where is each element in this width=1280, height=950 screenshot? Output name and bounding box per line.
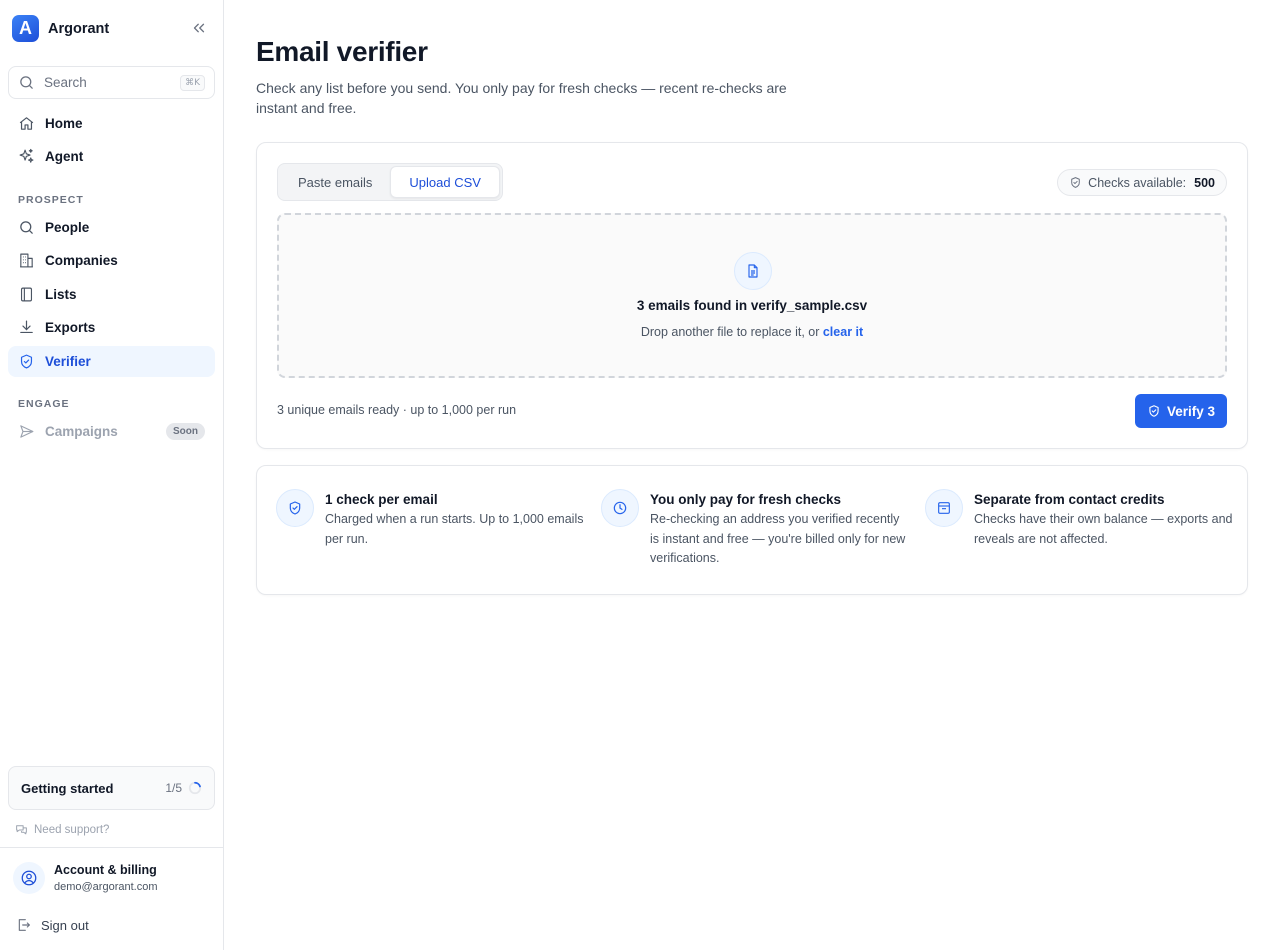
sign-out-button[interactable]: Sign out [16,917,89,933]
tab-paste-emails[interactable]: Paste emails [280,166,390,198]
sidebar-item-companies[interactable]: Companies [8,245,215,276]
user-circle-icon [21,870,37,886]
sign-out-label: Sign out [41,917,89,933]
sidebar-item-agent[interactable]: Agent [8,141,215,172]
progress-ring-icon [188,781,202,795]
info-card: 1 check per email Charged when a run sta… [256,465,1248,595]
brand[interactable]: A Argorant [12,15,109,42]
clock-icon [601,489,639,527]
book-icon [18,286,35,303]
page-title: Email verifier [256,36,428,67]
sidebar-item-verifier[interactable]: Verifier [8,346,215,377]
wallet-icon [925,489,963,527]
getting-started-card[interactable]: Getting started 1/5 [8,766,215,810]
feature-title: You only pay for fresh checks [650,492,842,507]
account-title: Account & billing [54,863,157,877]
sidebar-item-exports[interactable]: Exports [8,312,215,343]
checks-available-label: Checks available: [1088,175,1187,190]
getting-started-progress: 1/5 [165,781,182,795]
home-icon [18,115,35,132]
sparkles-icon [18,148,35,165]
account-billing-link[interactable]: Account & billing demo@argorant.com [13,862,158,894]
sidebar-item-label: Companies [45,253,118,268]
ready-count-text: 3 unique emails ready · up to 1,000 per … [277,403,517,417]
verify-button[interactable]: Verify 3 [1135,394,1227,428]
need-support-label: Need support? [34,823,110,836]
checks-available-value: 500 [1194,175,1215,190]
sign-out-icon [18,919,30,931]
need-support-link[interactable]: Need support? [15,823,109,836]
shield-check-icon [276,489,314,527]
chat-bubbles-icon [15,823,28,836]
sidebar-item-people[interactable]: People [8,212,215,243]
account-email: demo@argorant.com [54,881,158,893]
search-icon [18,219,35,236]
file-text-icon [734,252,772,290]
feature-title: 1 check per email [325,492,438,507]
getting-started-title: Getting started [21,780,114,796]
sidebar-item-label: Campaigns [45,424,118,439]
soon-badge: Soon [166,423,205,440]
avatar [13,862,45,894]
search-shortcut: ⌘K [180,74,205,91]
shield-check-icon [18,353,35,370]
shield-check-icon [1069,176,1082,189]
csv-dropzone[interactable]: 3 emails found in verify_sample.csv Drop… [277,213,1227,378]
sidebar-item-lists[interactable]: Lists [8,279,215,310]
sidebar-item-home[interactable]: Home [8,108,215,139]
verifier-card: Paste emails Upload CSV Checks available… [256,142,1248,449]
clear-file-link[interactable]: clear it [823,325,863,339]
section-label-engage: ENGAGE [18,398,70,410]
collapse-sidebar-icon[interactable] [190,19,208,37]
search-icon [18,74,35,91]
feature-item: You only pay for fresh checks Re-checkin… [601,489,911,569]
sidebar-item-label: Lists [45,287,77,302]
argorant-logo: A [12,15,39,42]
sidebar-item-campaigns[interactable]: Campaigns Soon [8,416,215,447]
sidebar-divider [0,847,223,848]
download-icon [18,319,35,336]
input-mode-tabs: Paste emails Upload CSV [277,163,503,201]
feature-title: Separate from contact credits [974,492,1165,507]
feature-item: 1 check per email Charged when a run sta… [276,489,586,549]
brand-name: Argorant [48,20,110,37]
feature-item: Separate from contact credits Checks hav… [925,489,1235,549]
feature-description: Re-checking an address you verified rece… [650,512,906,565]
sidebar-item-label: People [45,220,90,235]
tab-upload-csv[interactable]: Upload CSV [390,166,500,198]
sidebar-item-label: Home [45,116,83,131]
dropzone-hint: Drop another file to replace it, or clea… [279,325,1225,339]
verify-button-label: Verify 3 [1166,403,1216,419]
building-icon [18,252,35,269]
sidebar-item-label: Agent [45,149,84,164]
feature-description: Charged when a run starts. Up to 1,000 e… [325,512,584,546]
sidebar: A Argorant Search ⌘K Home Agent PROSPECT… [0,0,224,950]
checks-available-badge: Checks available: 500 [1057,169,1227,196]
dropzone-file-summary: 3 emails found in verify_sample.csv [636,298,868,313]
search-label: Search [44,75,87,90]
sidebar-item-label: Exports [45,320,96,335]
feature-description: Checks have their own balance — exports … [974,512,1233,546]
sidebar-item-label: Verifier [45,354,91,369]
send-icon [18,423,35,440]
dropzone-hint-text: Drop another file to replace it, or [640,325,823,339]
search-button[interactable]: Search ⌘K [8,66,215,99]
shield-check-icon [1149,405,1159,417]
page-subtitle: Check any list before you send. You only… [256,80,787,116]
section-label-prospect: PROSPECT [18,194,84,206]
